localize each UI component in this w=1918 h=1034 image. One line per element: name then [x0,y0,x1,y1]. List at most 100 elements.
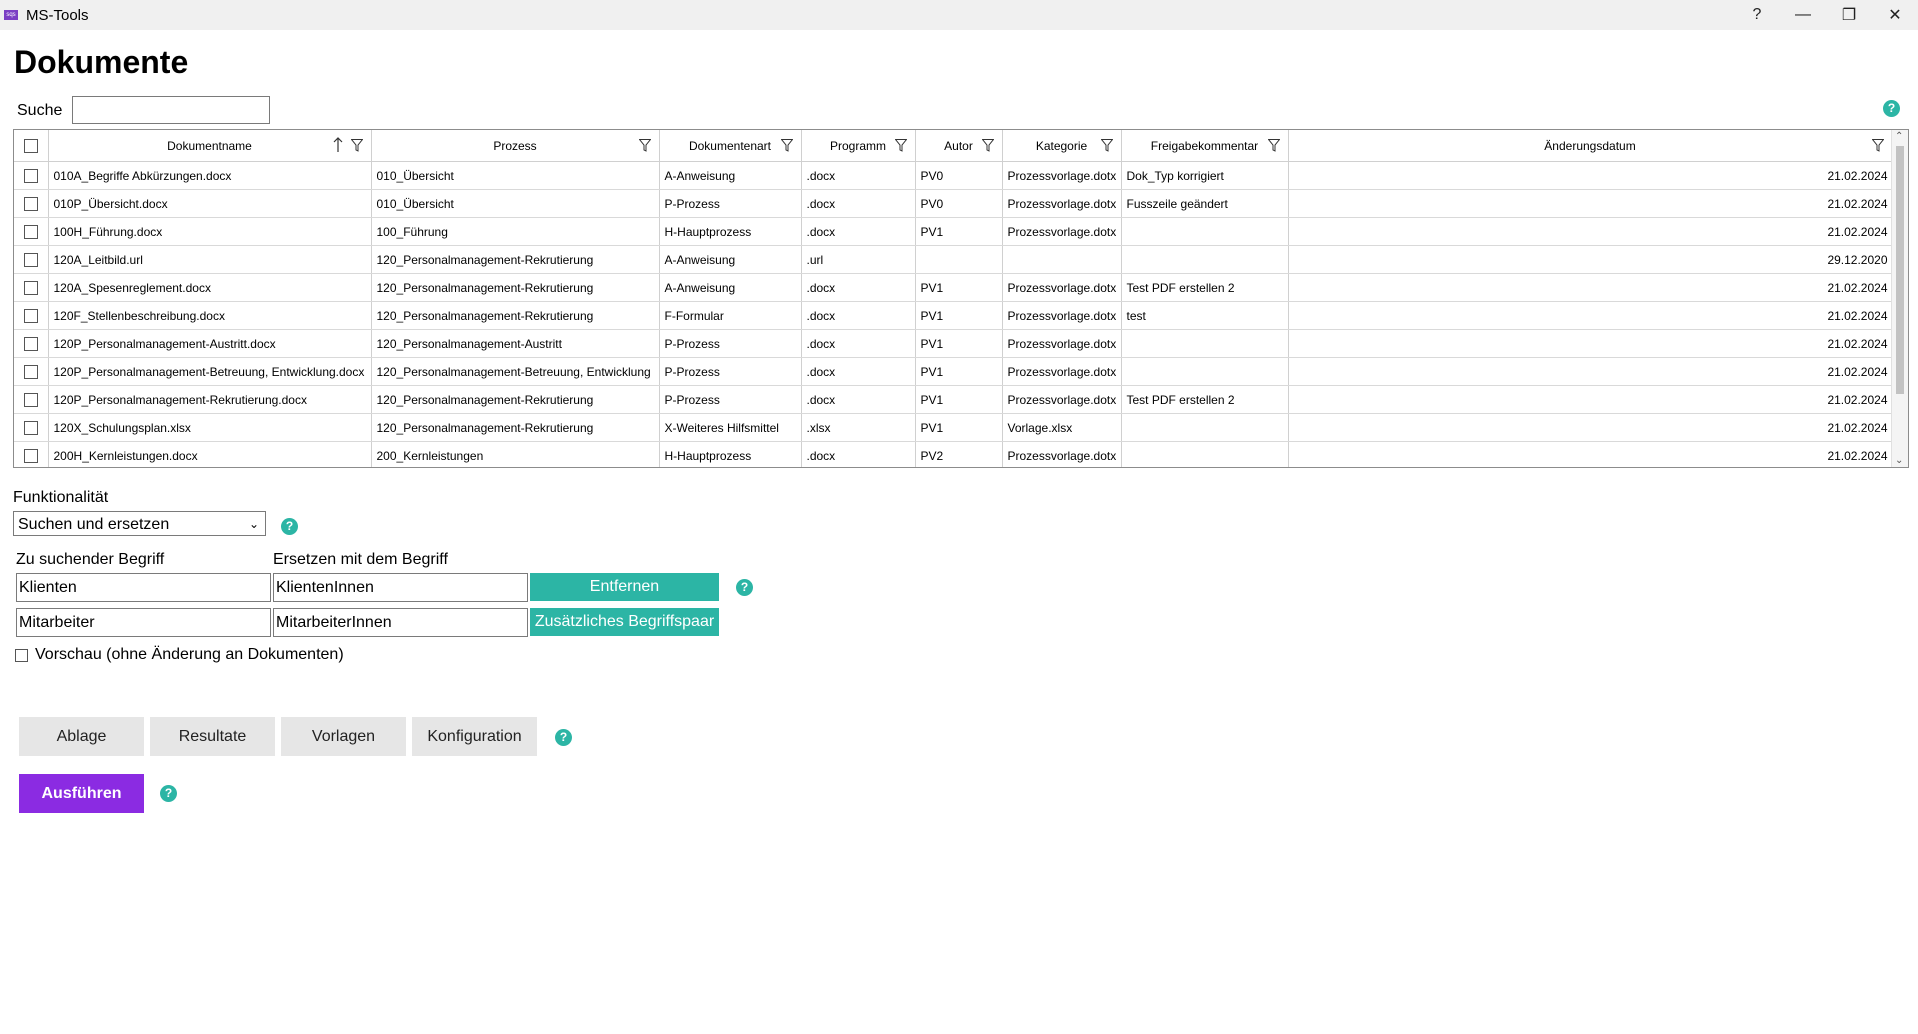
close-button[interactable]: ✕ [1872,0,1918,30]
table-row[interactable]: 120F_Stellenbeschreibung.docx 120_Persona… [14,301,1893,330]
table-row[interactable]: 010A_Begriffe Abkürzungen.docx 010_Übersi… [14,161,1893,190]
column-header-freigabekommentar[interactable]: Freigabekommentar [1121,130,1289,162]
cell-kategorie: Prozessvorlage.dotx [1002,217,1122,246]
cell-name: 120A_Spesenreglement.docx [48,273,372,302]
search-input[interactable] [72,96,270,124]
filter-icon[interactable] [350,139,363,152]
scrollbar-thumb[interactable] [1896,146,1904,394]
cell-kommentar [1121,357,1289,386]
row-checkbox[interactable] [23,336,38,351]
preview-option[interactable]: Vorschau (ohne Änderung an Dokumenten) [15,646,344,664]
scroll-down-icon[interactable]: ⌄ [1895,455,1903,466]
restore-button[interactable]: ❐ [1826,0,1872,30]
column-header-label: Dokumentenart [688,138,772,153]
row-checkbox[interactable] [23,308,38,323]
cell-art: P-Prozess [659,189,802,218]
row-checkbox[interactable] [23,196,38,211]
tab-resultate[interactable]: Resultate [150,717,275,756]
cell-kategorie: Prozessvorlage.dotx [1002,357,1122,386]
cell-kommentar [1121,441,1289,467]
search-term-input-2[interactable]: Mitarbeiter [16,608,271,637]
column-header-programm[interactable]: Programm [801,130,916,162]
scroll-up-icon[interactable]: ⌃ [1895,131,1903,142]
tab-ablage[interactable]: Ablage [19,717,144,756]
table-row[interactable]: 200H_Kernleistungen.docx 200_Kernleistung… [14,441,1893,467]
table-row[interactable]: 120A_Spesenreglement.docx 120_Personalman… [14,273,1893,302]
column-header-prozess[interactable]: Prozess [371,130,660,162]
replace-term-input-1[interactable]: KlientenInnen [273,573,528,602]
cell-datum: 21.02.2024 [1288,441,1893,467]
documents-grid: Dokumentname Prozess Dokumentenart Progr… [14,130,1893,467]
replace-term-input-2[interactable]: MitarbeiterInnen [273,608,528,637]
row-checkbox[interactable] [23,364,38,379]
cell-autor [915,245,1003,274]
column-header-dokumentenart[interactable]: Dokumentenart [659,130,802,162]
column-header-kategorie[interactable]: Kategorie [1002,130,1122,162]
minimize-button[interactable]: — [1780,0,1826,30]
column-header-aenderungsdatum[interactable]: Änderungsdatum [1288,130,1893,162]
row-checkbox[interactable] [23,420,38,435]
filter-icon[interactable] [1267,139,1280,152]
filter-icon[interactable] [894,139,907,152]
row-checkbox-cell [14,161,49,190]
cell-prozess: 120_Personalmanagement-Rekrutierung [371,413,660,442]
functionality-select[interactable]: Suchen und ersetzen ⌄ [13,511,266,536]
remove-pair-button[interactable]: Entfernen [530,573,719,601]
tab-vorlagen[interactable]: Vorlagen [281,717,406,756]
table-row[interactable]: 010P_Übersicht.docx 010_Übersicht P-Prozes… [14,189,1893,218]
help-icon-functionality[interactable]: ? [281,518,298,535]
sort-ascending-icon[interactable] [333,137,343,153]
cell-prozess: 010_Übersicht [371,189,660,218]
cell-kommentar: Test PDF erstellen 2 [1121,273,1289,302]
table-body: 010A_Begriffe Abkürzungen.docx 010_Übersi… [14,161,1893,467]
table-vertical-scrollbar[interactable]: ⌃ ⌄ [1891,130,1908,467]
row-checkbox[interactable] [23,392,38,407]
tab-konfiguration[interactable]: Konfiguration [412,717,537,756]
row-checkbox[interactable] [23,280,38,295]
filter-icon[interactable] [1871,139,1884,152]
filter-icon[interactable] [981,139,994,152]
row-checkbox-cell [14,189,49,218]
row-checkbox[interactable] [23,252,38,267]
table-row[interactable]: 120P_Personalmanagement-Austritt.docx 120… [14,329,1893,358]
help-icon-tabs[interactable]: ? [555,729,572,746]
search-term-input-1[interactable]: Klienten [16,573,271,602]
column-header-dokumentname[interactable]: Dokumentname [48,130,372,162]
run-button[interactable]: Ausführen [19,774,144,813]
column-header-autor[interactable]: Autor [915,130,1003,162]
cell-programm: .docx [801,189,916,218]
cell-kommentar [1121,245,1289,274]
cell-name: 120F_Stellenbeschreibung.docx [48,301,372,330]
preview-checkbox[interactable] [15,648,28,662]
table-row[interactable]: 120A_Leitbild.url 120_Personalmanagement-… [14,245,1893,274]
cell-art: F-Formular [659,301,802,330]
add-term-pair-button[interactable]: Zusätzliches Begriffspaar [530,608,719,636]
help-icon-terms[interactable]: ? [736,579,753,596]
cell-prozess: 120_Personalmanagement-Rekrutierung [371,385,660,414]
cell-programm: .docx [801,329,916,358]
filter-icon[interactable] [1100,139,1113,152]
row-checkbox[interactable] [23,224,38,239]
window-help-button[interactable]: ? [1734,0,1780,30]
row-checkbox[interactable] [23,168,38,183]
cell-autor: PV0 [915,161,1003,190]
select-all-checkbox[interactable] [23,138,38,153]
table-row[interactable]: 100H_Führung.docx 100_Führung H-Hauptproze… [14,217,1893,246]
filter-icon[interactable] [780,139,793,152]
row-checkbox[interactable] [23,448,38,463]
column-header-label: Prozess [493,138,537,153]
row-checkbox-cell [14,329,49,358]
help-icon-search[interactable]: ? [1883,100,1900,117]
table-row[interactable]: 120X_Schulungsplan.xlsx 120_Personalmanag… [14,413,1893,442]
column-header-label: Freigabekommentar [1150,138,1259,153]
cell-kategorie: Vorlage.xlsx [1002,413,1122,442]
help-icon-run[interactable]: ? [160,785,177,802]
table-row[interactable]: 120P_Personalmanagement-Betreuung, Entwi… [14,357,1893,386]
page-title: Dokumente [14,44,189,80]
functionality-label: Funktionalität [13,489,109,506]
cell-kommentar [1121,413,1289,442]
filter-icon[interactable] [638,139,651,152]
cell-programm: .xlsx [801,413,916,442]
column-header-label: Programm [829,138,886,153]
table-row[interactable]: 120P_Personalmanagement-Rekrutierung.doc… [14,385,1893,414]
